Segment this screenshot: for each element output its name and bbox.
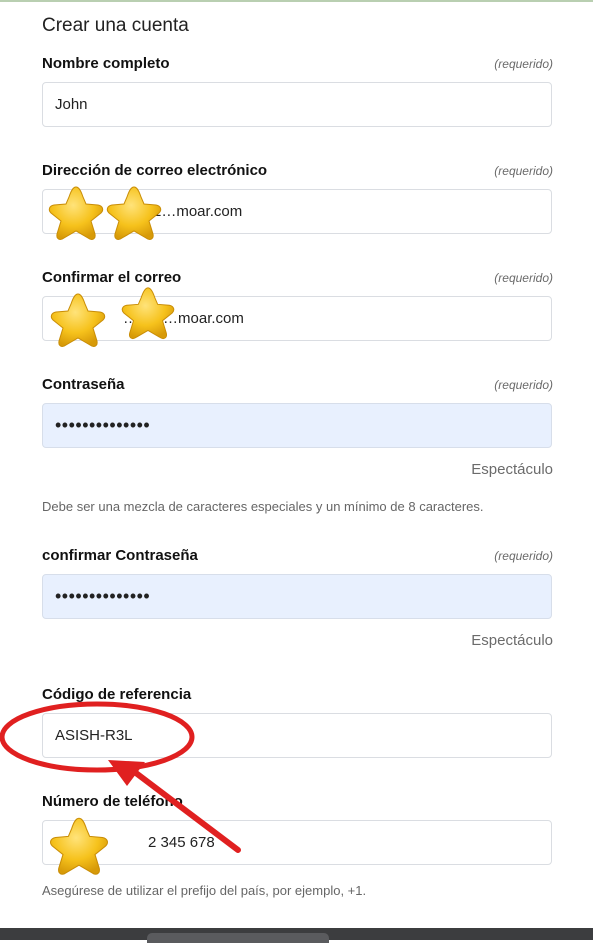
star-icon — [106, 186, 162, 240]
star-icon — [121, 287, 175, 340]
red-circle-annotation — [0, 701, 195, 773]
star-icon — [49, 817, 109, 875]
star-icon — [48, 186, 104, 240]
annotation-overlay — [0, 186, 241, 875]
star-icon — [50, 293, 106, 347]
red-arrow-annotation — [108, 760, 241, 853]
